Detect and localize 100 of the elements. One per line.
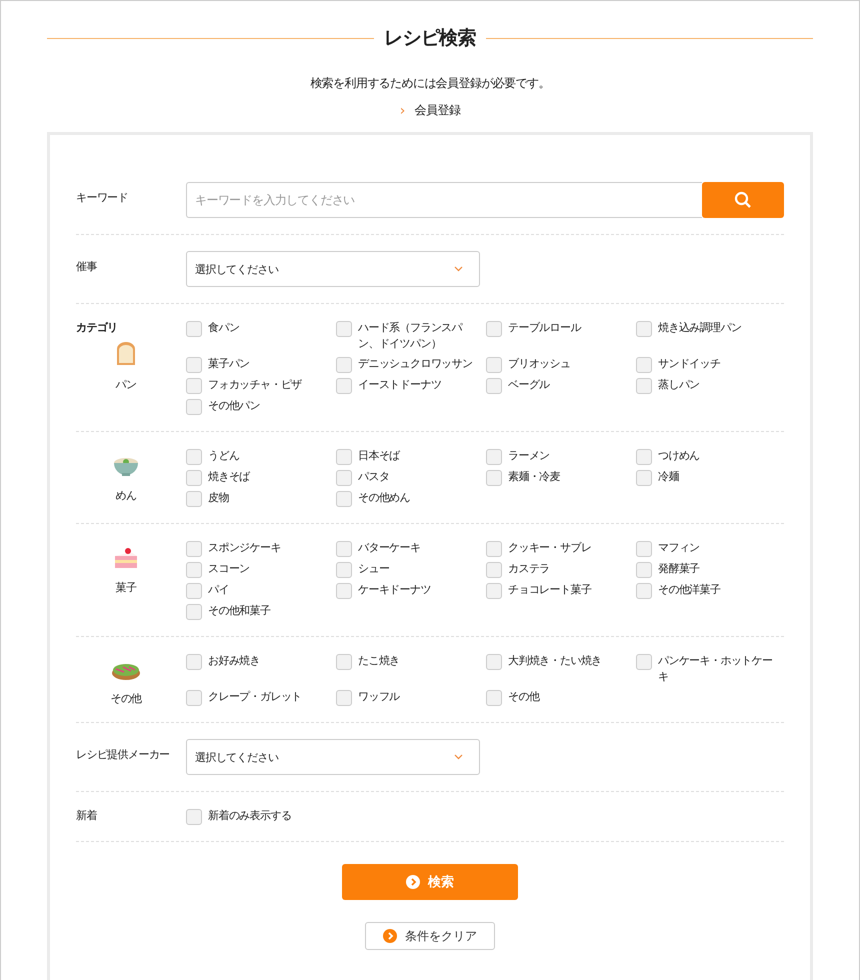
option-label: うどん <box>208 448 240 464</box>
checkbox[interactable] <box>186 321 202 337</box>
checkbox[interactable] <box>636 562 652 578</box>
caret-icon <box>454 754 463 760</box>
checkbox[interactable] <box>186 491 202 507</box>
checkbox[interactable] <box>336 357 352 373</box>
option-label: 皮物 <box>208 490 229 506</box>
cake-slice-icon <box>113 546 139 570</box>
checkbox[interactable] <box>186 583 202 599</box>
checkbox[interactable] <box>636 541 652 557</box>
register-link[interactable]: › 会員登録 <box>400 102 460 119</box>
option-label: その他めん <box>358 490 410 506</box>
field-label: レシピ提供メーカー <box>76 747 171 762</box>
clear-button[interactable]: 条件をクリア <box>365 922 495 950</box>
option-label: 焼きそば <box>208 469 250 485</box>
checkbox[interactable] <box>486 378 502 394</box>
checkbox[interactable] <box>636 449 652 465</box>
checkbox[interactable] <box>336 541 352 557</box>
checkbox[interactable] <box>486 541 502 557</box>
checkbox[interactable] <box>186 378 202 394</box>
option-label: サンドイッチ <box>658 356 720 372</box>
field-label: 新着 <box>76 808 98 823</box>
checkbox[interactable] <box>636 583 652 599</box>
bread-icon <box>114 341 138 367</box>
option-label: パイ <box>208 582 229 598</box>
category-name: めん <box>116 488 136 503</box>
checkbox[interactable] <box>336 449 352 465</box>
checkbox[interactable] <box>186 470 202 486</box>
category-name: パン <box>116 377 136 392</box>
checkbox[interactable] <box>336 562 352 578</box>
option-label: 蒸しパン <box>658 377 700 393</box>
checkbox[interactable] <box>486 449 502 465</box>
checkbox[interactable] <box>636 378 652 394</box>
option-label: デニッシュクロワッサン <box>358 356 472 372</box>
checkbox[interactable] <box>636 321 652 337</box>
option-label: ケーキドーナツ <box>358 582 431 598</box>
option-label: お好み焼き <box>208 653 260 669</box>
checkbox[interactable] <box>486 357 502 373</box>
option-label: クレープ・ガレット <box>208 689 302 705</box>
checkbox[interactable] <box>186 690 202 706</box>
option-label: ワッフル <box>358 689 400 705</box>
checkbox[interactable] <box>186 809 202 825</box>
option-label: カステラ <box>508 561 550 577</box>
option-label: 新着のみ表示する <box>208 808 292 824</box>
checkbox[interactable] <box>186 604 202 620</box>
search-icon <box>734 191 752 209</box>
checkbox[interactable] <box>486 583 502 599</box>
category-name: その他 <box>110 691 142 706</box>
option-label: その他和菓子 <box>208 603 270 619</box>
category-name: 菓子 <box>116 580 136 595</box>
option-label: チョコレート菓子 <box>508 582 592 598</box>
option-label: クッキー・サブレ <box>508 540 592 556</box>
checkbox[interactable] <box>636 470 652 486</box>
checkbox[interactable] <box>186 399 202 415</box>
event-select[interactable]: 選択してください <box>186 251 480 287</box>
checkbox[interactable] <box>486 470 502 486</box>
checkbox[interactable] <box>336 690 352 706</box>
checkbox[interactable] <box>486 654 502 670</box>
option-label: つけめん <box>658 448 700 464</box>
checkbox[interactable] <box>336 491 352 507</box>
option-label: たこ焼き <box>358 653 400 669</box>
checkbox[interactable] <box>186 449 202 465</box>
checkbox[interactable] <box>186 654 202 670</box>
page-title: レシピ検索 <box>384 26 476 51</box>
option-label: イーストドーナツ <box>358 377 442 393</box>
checkbox[interactable] <box>336 321 352 337</box>
checkbox[interactable] <box>336 378 352 394</box>
option-label: その他 <box>508 689 540 705</box>
option-label: テーブルロール <box>508 320 581 336</box>
checkbox[interactable] <box>186 562 202 578</box>
checkbox[interactable] <box>486 321 502 337</box>
checkbox[interactable] <box>336 654 352 670</box>
maker-select[interactable]: 選択してください <box>186 739 480 775</box>
checkbox[interactable] <box>486 562 502 578</box>
checkbox[interactable] <box>336 470 352 486</box>
checkbox[interactable] <box>186 541 202 557</box>
option-label: その他パン <box>208 398 260 414</box>
option-label: その他洋菓子 <box>658 582 720 598</box>
option-label: パスタ <box>358 469 390 485</box>
caret-icon <box>454 266 463 272</box>
option-label: 冷麺 <box>658 469 679 485</box>
option-label: 発酵菓子 <box>658 561 700 577</box>
checkbox[interactable] <box>636 357 652 373</box>
checkbox[interactable] <box>186 357 202 373</box>
option-label: スポンジケーキ <box>208 540 281 556</box>
checkbox[interactable] <box>636 654 652 670</box>
option-label: ラーメン <box>508 448 550 464</box>
option-label: ハード系（フランスパン、ドイツパン） <box>358 320 464 352</box>
notice-text: 検索を利用するためには会員登録が必要です。 <box>309 75 551 92</box>
search-icon-button[interactable] <box>702 182 784 218</box>
option-label: ベーグル <box>508 377 550 393</box>
option-label: フォカッチャ・ピザ <box>208 377 302 393</box>
chevron-circle-icon <box>383 929 397 943</box>
field-label: カテゴリ <box>76 320 119 335</box>
option-label: スコーン <box>208 561 250 577</box>
checkbox[interactable] <box>486 690 502 706</box>
field-label: キーワード <box>76 190 130 205</box>
checkbox[interactable] <box>336 583 352 599</box>
option-label: 素麺・冷麦 <box>508 469 560 485</box>
keyword-field[interactable]: キーワードを入力してください <box>186 182 702 218</box>
